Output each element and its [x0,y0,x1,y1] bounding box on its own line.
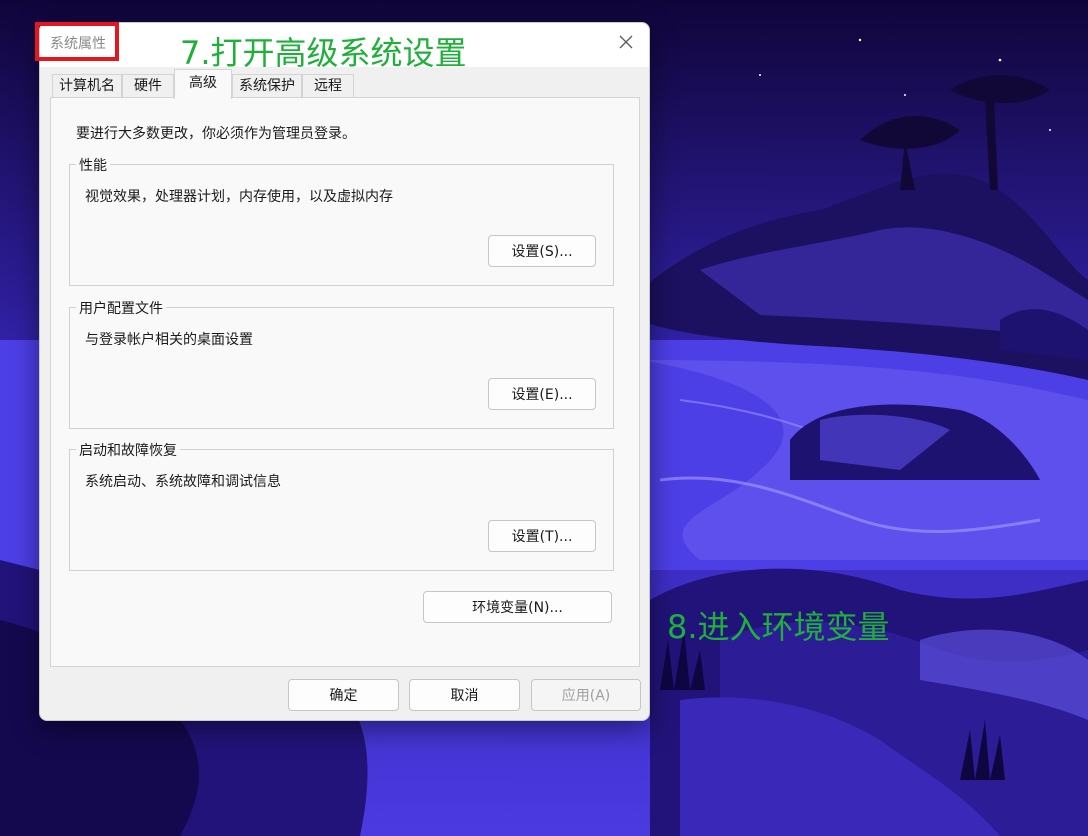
close-button[interactable] [611,27,641,57]
tab-hardware[interactable]: 硬件 [122,74,174,98]
tab-remote[interactable]: 远程 [302,74,354,98]
startup-recovery-description: 系统启动、系统故障和调试信息 [85,474,281,490]
ok-button[interactable]: 确定 [288,679,399,711]
cancel-button[interactable]: 取消 [409,679,520,711]
user-profiles-settings-button[interactable]: 设置(E)... [488,378,596,410]
performance-group: 性能 视觉效果，处理器计划，内存使用，以及虚拟内存 设置(S)... [69,155,614,286]
user-profiles-group: 用户配置文件 与登录帐户相关的桌面设置 设置(E)... [69,298,614,429]
environment-variables-button[interactable]: 环境变量(N)... [423,591,612,623]
system-properties-dialog: 系统属性 计算机名 硬件 高级 系统保护 远程 要进行大多数更改，你必须作为管理… [39,22,650,721]
startup-recovery-legend: 启动和故障恢复 [76,440,180,460]
step8-annotation: 8.进入环境变量 [667,608,890,646]
tab-advanced[interactable]: 高级 [174,69,232,99]
step7-annotation: 7.打开高级系统设置 [180,34,467,72]
startup-recovery-group: 启动和故障恢复 系统启动、系统故障和调试信息 设置(T)... [69,440,614,571]
performance-description: 视觉效果，处理器计划，内存使用，以及虚拟内存 [85,189,393,205]
performance-settings-button[interactable]: 设置(S)... [488,235,596,267]
user-profiles-description: 与登录帐户相关的桌面设置 [85,332,253,348]
performance-legend: 性能 [76,155,110,175]
admin-note: 要进行大多数更改，你必须作为管理员登录。 [76,126,356,142]
advanced-tab-panel: 要进行大多数更改，你必须作为管理员登录。 性能 视觉效果，处理器计划，内存使用，… [50,97,640,667]
startup-recovery-settings-button[interactable]: 设置(T)... [488,520,596,552]
apply-button[interactable]: 应用(A) [531,679,641,711]
tab-system-protection[interactable]: 系统保护 [232,74,302,98]
user-profiles-legend: 用户配置文件 [76,298,166,318]
dialog-title: 系统属性 [50,36,106,52]
close-icon [619,35,633,49]
tab-computer-name[interactable]: 计算机名 [52,74,122,98]
